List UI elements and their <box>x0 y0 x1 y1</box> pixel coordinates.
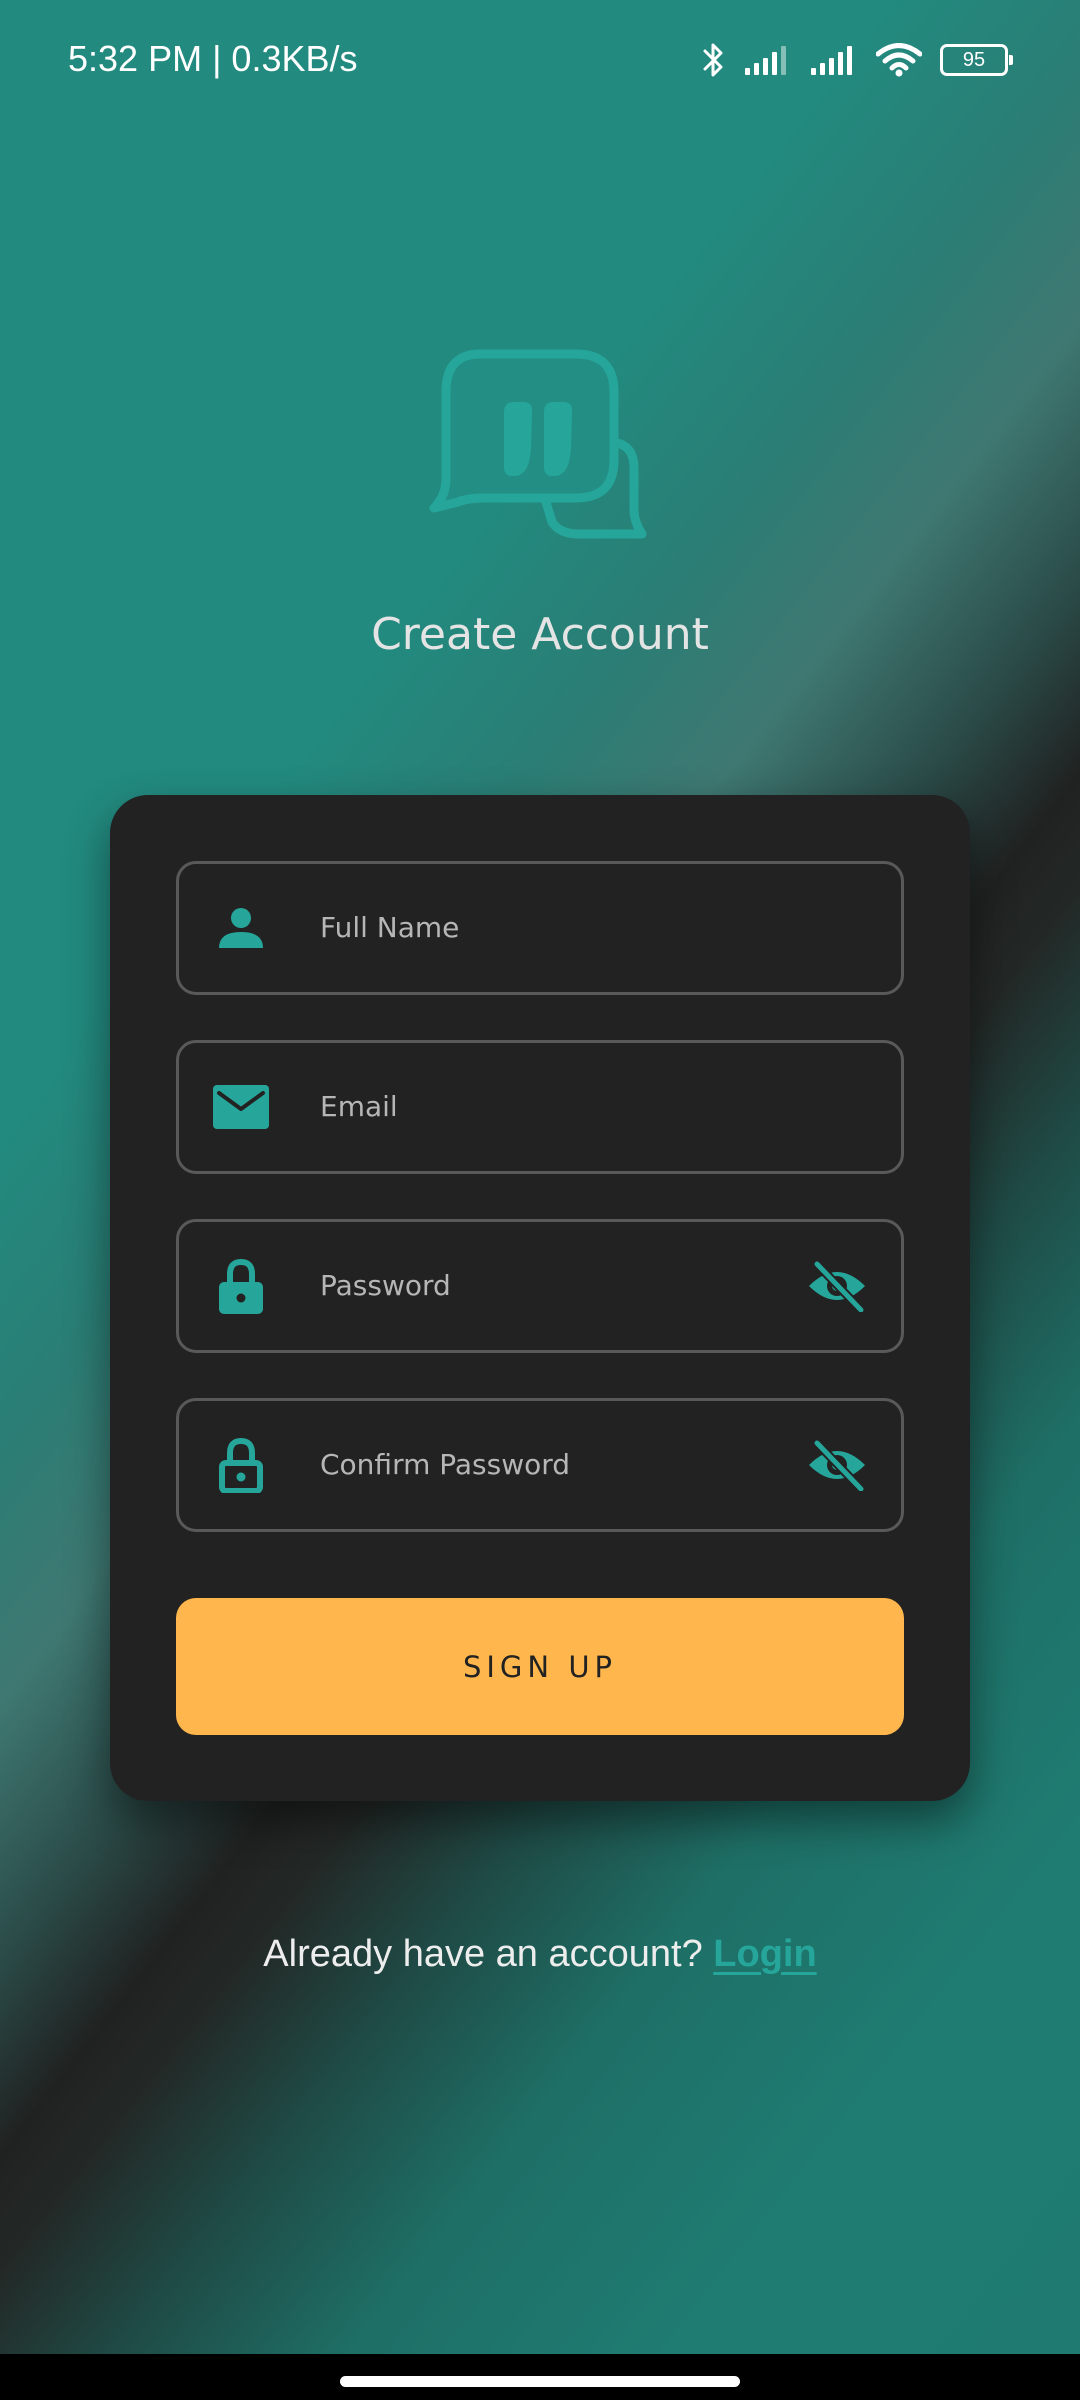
full-name-field[interactable]: Full Name <box>176 861 904 995</box>
signal-icon <box>811 46 852 75</box>
signup-card: Full Name Email Password Confirm Passwor… <box>110 795 970 1801</box>
chat-bubbles-icon <box>429 349 647 539</box>
signal-icon <box>745 46 786 75</box>
login-prompt-text: Already have an account? <box>263 1933 714 1975</box>
envelope-icon <box>213 1085 269 1129</box>
email-placeholder: Email <box>320 1090 398 1123</box>
email-field[interactable]: Email <box>176 1040 904 1174</box>
lock-icon <box>219 1258 263 1314</box>
bluetooth-icon <box>703 43 723 77</box>
password-field[interactable]: Password <box>176 1219 904 1353</box>
eye-off-icon[interactable] <box>805 1439 869 1491</box>
battery-icon: 95 <box>940 44 1013 76</box>
confirm-password-placeholder: Confirm Password <box>320 1448 571 1481</box>
confirm-password-field[interactable]: Confirm Password <box>176 1398 904 1532</box>
password-placeholder: Password <box>320 1269 451 1302</box>
full-name-placeholder: Full Name <box>320 911 460 944</box>
home-indicator[interactable] <box>340 2376 740 2387</box>
person-icon <box>219 908 263 948</box>
wifi-icon <box>876 43 922 77</box>
status-icons: 95 <box>700 38 1013 82</box>
status-time: 5:32 PM | 0.3KB/s <box>68 38 358 79</box>
navigation-bar <box>0 2354 1080 2400</box>
login-link[interactable]: Login <box>713 1933 816 1975</box>
login-prompt: Already have an account? Login <box>0 1926 1080 1982</box>
sign-up-button[interactable]: SIGN UP <box>176 1598 904 1735</box>
eye-off-icon[interactable] <box>805 1260 869 1312</box>
page-title: Create Account <box>371 609 709 660</box>
lock-outline-icon <box>219 1437 263 1493</box>
status-bar: 5:32 PM | 0.3KB/s 95 <box>0 0 1080 120</box>
